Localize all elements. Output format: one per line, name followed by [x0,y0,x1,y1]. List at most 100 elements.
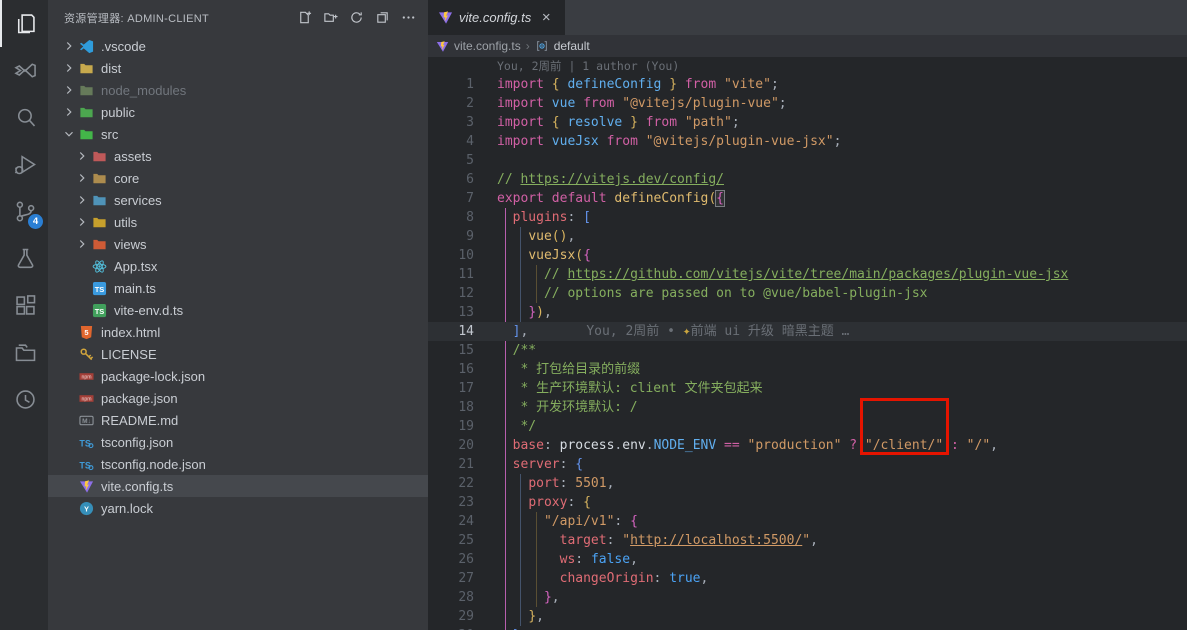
new-file-icon[interactable] [294,8,314,28]
breadcrumb-symbol[interactable]: default [554,39,590,53]
chevron-right-icon[interactable] [62,104,79,120]
code-line-16[interactable]: 16 * 打包给目录的前缀 [428,360,1187,379]
tree-item-views[interactable]: views [48,233,428,255]
gitlens-authors-lens[interactable]: You, 2周前 | 1 author (You) [428,57,1187,75]
code-line-28[interactable]: 28 }, [428,588,1187,607]
code-line-9[interactable]: 9 vue(), [428,227,1187,246]
tree-item-tsconfig.node.json[interactable]: TStsconfig.node.json [48,453,428,475]
chevron-right-icon[interactable] [62,38,79,54]
tree-item-node-modules[interactable]: node_modules [48,79,428,101]
line-number: 30 [428,626,474,630]
tree-item-package-lock.json[interactable]: npmpackage-lock.json [48,365,428,387]
md-file-icon: M↓ [79,412,96,428]
code-line-12[interactable]: 12 // options are passed on to @vue/babe… [428,284,1187,303]
chevron-right-icon[interactable] [75,214,92,230]
code-line-27[interactable]: 27 changeOrigin: true, [428,569,1187,588]
tree-item-label: src [101,127,118,142]
search-icon[interactable] [0,94,48,141]
code-line-13[interactable]: 13 }), [428,303,1187,322]
explorer-icon[interactable] [0,0,48,47]
breadcrumb-file[interactable]: vite.config.ts [454,39,521,53]
tree-item-yarn.lock[interactable]: Yyarn.lock [48,497,428,519]
extensions-icon[interactable] [0,282,48,329]
code-line-3[interactable]: 3import { resolve } from "path"; [428,113,1187,132]
code-line-23[interactable]: 23 proxy: { [428,493,1187,512]
tree-item-.vscode[interactable]: .vscode [48,35,428,57]
chevron-right-icon[interactable] [75,148,92,164]
line-number: 20 [428,436,474,455]
tree-item-assets[interactable]: assets [48,145,428,167]
code-line-2[interactable]: 2import vue from "@vitejs/plugin-vue"; [428,94,1187,113]
folder-file-icon [92,192,109,208]
chevron-right-icon[interactable] [75,236,92,252]
project-folders-icon[interactable] [0,329,48,376]
source-control-icon[interactable]: 4 [0,188,48,235]
tree-item-license[interactable]: LICENSE [48,343,428,365]
code-line-10[interactable]: 10 vueJsx({ [428,246,1187,265]
code-line-21[interactable]: 21 server: { [428,455,1187,474]
tree-item-core[interactable]: core [48,167,428,189]
tree-item-vite.config.ts[interactable]: vite.config.ts [48,475,428,497]
tree-item-src[interactable]: src [48,123,428,145]
tree-item-readme.md[interactable]: M↓ README.md [48,409,428,431]
npm-file-icon: npm [79,390,96,406]
code-line-8[interactable]: 8 plugins: [ [428,208,1187,227]
tree-item-package.json[interactable]: npmpackage.json [48,387,428,409]
tree-item-label: index.html [101,325,160,340]
code-line-18[interactable]: 18 * 开发环境默认: / [428,398,1187,417]
code-line-7[interactable]: 7export default defineConfig({ [428,189,1187,208]
code-line-11[interactable]: 11 // https://github.com/vitejs/vite/tre… [428,265,1187,284]
breadcrumb: vite.config.ts › default [428,35,1187,57]
chevron-down-icon[interactable] [62,126,79,142]
code-line-1[interactable]: 1import { defineConfig } from "vite"; [428,75,1187,94]
new-folder-icon[interactable] [320,8,340,28]
tab-close-icon[interactable]: × [537,9,555,26]
tree-item-public[interactable]: public [48,101,428,123]
breadcrumb-separator: › [526,39,530,53]
tree-item-services[interactable]: services [48,189,428,211]
code-line-5[interactable]: 5 [428,151,1187,170]
tree-item-main.ts[interactable]: TSmain.ts [48,277,428,299]
twistie-placeholder [62,346,79,362]
code-line-20[interactable]: 20 base: process.env.NODE_ENV == "produc… [428,436,1187,455]
chevron-right-icon[interactable] [75,170,92,186]
code-line-14[interactable]: 14 ],You, 2周前 • ✦前端 ui 升级 暗黑主题 … [428,322,1187,341]
code-line-29[interactable]: 29 }, [428,607,1187,626]
code-text: server: { [497,455,583,474]
chevron-right-icon[interactable] [62,60,79,76]
tree-item-label: README.md [101,413,178,428]
refresh-icon[interactable] [346,8,366,28]
line-number: 18 [428,398,474,417]
tab-bar: vite.config.ts × [428,0,1187,35]
vs-logo-icon[interactable] [0,47,48,94]
code-line-17[interactable]: 17 * 生产环境默认: client 文件夹包起来 [428,379,1187,398]
tree-item-index.html[interactable]: 5index.html [48,321,428,343]
code-line-24[interactable]: 24 "/api/v1": { [428,512,1187,531]
more-actions-icon[interactable] [398,8,418,28]
chevron-right-icon[interactable] [62,82,79,98]
code-text: /** [497,341,536,360]
code-editor[interactable]: You, 2周前 | 1 author (You) 1import { defi… [428,57,1187,630]
tree-item-vite-env.d.ts[interactable]: TSvite-env.d.ts [48,299,428,321]
history-icon[interactable] [0,376,48,423]
tree-item-dist[interactable]: dist [48,57,428,79]
code-line-25[interactable]: 25 target: "http://localhost:5500/", [428,531,1187,550]
collapse-all-icon[interactable] [372,8,392,28]
code-line-15[interactable]: 15 /** [428,341,1187,360]
tree-item-tsconfig.json[interactable]: TStsconfig.json [48,431,428,453]
tab-vite-config-ts[interactable]: vite.config.ts × [428,0,565,35]
code-line-22[interactable]: 22 port: 5501, [428,474,1187,493]
code-line-30[interactable]: 30 }, [428,626,1187,630]
code-line-19[interactable]: 19 */ [428,417,1187,436]
testing-icon[interactable] [0,235,48,282]
line-number: 6 [428,170,474,189]
chevron-right-icon[interactable] [75,192,92,208]
tree-item-utils[interactable]: utils [48,211,428,233]
vite-icon [436,40,449,53]
tree-item-app.tsx[interactable]: App.tsx [48,255,428,277]
run-debug-icon[interactable] [0,141,48,188]
twistie-placeholder [62,412,79,428]
code-line-26[interactable]: 26 ws: false, [428,550,1187,569]
code-line-6[interactable]: 6// https://vitejs.dev/config/ [428,170,1187,189]
code-line-4[interactable]: 4import vueJsx from "@vitejs/plugin-vue-… [428,132,1187,151]
